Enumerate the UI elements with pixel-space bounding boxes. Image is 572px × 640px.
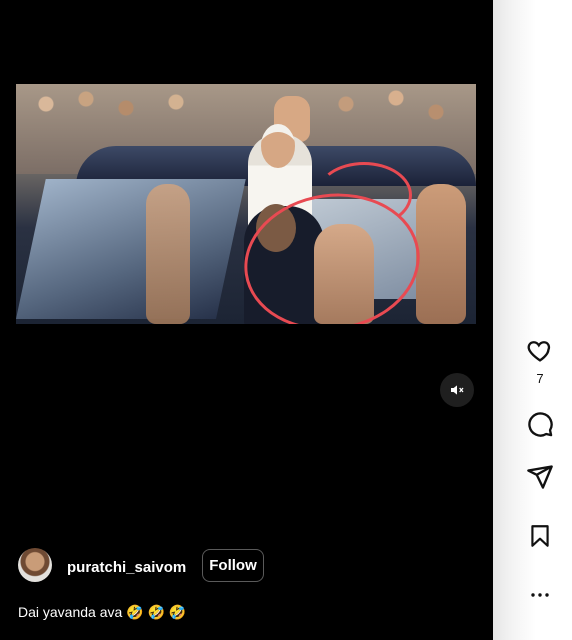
red-highlight-arc — [316, 162, 412, 228]
crowd-hand-left — [146, 184, 190, 324]
comment-button[interactable] — [525, 409, 555, 439]
bookmark-icon — [531, 525, 549, 547]
post-caption: Dai yavanda ava 🤣 🤣 🤣 — [18, 604, 187, 620]
save-button[interactable] — [525, 521, 555, 551]
share-icon — [527, 465, 553, 489]
speaker-muted-icon — [451, 385, 464, 395]
comment-icon — [528, 412, 553, 437]
crowd-hand-right — [416, 184, 466, 324]
person-head — [261, 124, 295, 168]
like-count: 7 — [536, 371, 544, 386]
heart-icon — [527, 341, 551, 362]
reel-video-frame[interactable] — [16, 84, 476, 324]
username-link[interactable]: puratchi_saivom — [67, 559, 186, 576]
share-button[interactable] — [525, 462, 555, 492]
avatar[interactable] — [18, 548, 52, 582]
reel-mute-button[interactable] — [440, 373, 474, 407]
more-icon — [531, 593, 549, 597]
like-button[interactable] — [525, 336, 555, 366]
car-windshield — [16, 179, 246, 319]
follow-button[interactable]: Follow — [202, 549, 264, 582]
reel-viewer[interactable]: puratchi_saivom Follow Dai yavanda ava 🤣… — [0, 0, 493, 640]
more-options-button[interactable] — [525, 580, 555, 610]
